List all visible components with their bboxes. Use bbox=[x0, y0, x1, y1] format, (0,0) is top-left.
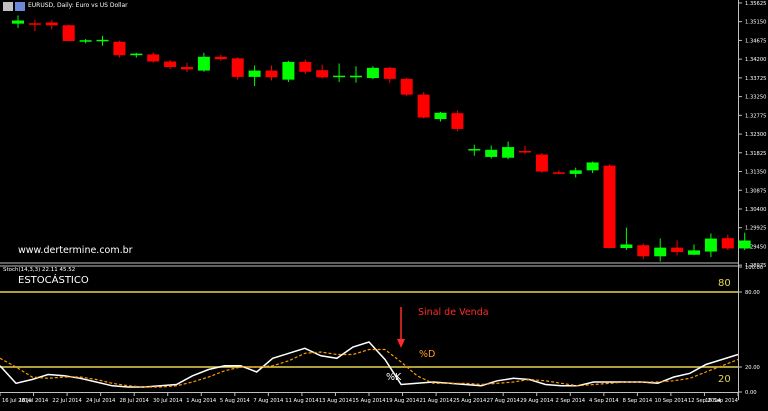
bear-candle bbox=[535, 154, 548, 172]
price-tick-label: 1.31350 bbox=[745, 170, 766, 176]
bear-candle bbox=[214, 56, 227, 60]
time-tick-label: 27 Aug 2014 bbox=[487, 398, 521, 404]
bull-candle bbox=[366, 67, 379, 79]
stochastic-panel-title: ESTOCÁSTICO bbox=[18, 275, 89, 286]
price-tick-label: 1.35150 bbox=[745, 20, 766, 26]
bear-candle bbox=[519, 151, 531, 153]
price-tick-label: 1.33250 bbox=[745, 95, 766, 101]
indicator-label: Stoch(14,3,3) 22.11 45.52 bbox=[3, 267, 76, 273]
stoch-tick-label: 80.00 bbox=[745, 290, 760, 296]
bull-candle bbox=[333, 75, 346, 78]
time-tick-label: 28 Jul 2014 bbox=[119, 398, 149, 404]
bull-candle bbox=[130, 53, 143, 56]
bear-candle bbox=[113, 41, 126, 56]
stoch-tick-label: 20.00 bbox=[745, 365, 760, 371]
bear-candle bbox=[637, 245, 650, 257]
bear-candle bbox=[231, 58, 244, 77]
time-tick-label: 10 Sep 2014 bbox=[654, 398, 688, 404]
bear-candle bbox=[603, 165, 616, 249]
bull-candle bbox=[197, 56, 210, 71]
k-line-label: %K bbox=[386, 372, 402, 383]
bull-candle bbox=[688, 250, 700, 255]
sell-signal-label: Sinal de Venda bbox=[418, 307, 489, 318]
bear-candle bbox=[265, 70, 278, 78]
level-80-label: 80 bbox=[718, 278, 731, 289]
time-tick-label: 13 Aug 2014 bbox=[319, 398, 353, 404]
time-tick-label: 30 Jul 2014 bbox=[153, 398, 183, 404]
time-tick-label: 8 Sep 2014 bbox=[623, 398, 653, 404]
bear-candle bbox=[383, 67, 396, 79]
bull-candle bbox=[350, 75, 362, 78]
level-20-label: 20 bbox=[718, 374, 731, 385]
time-tick-label: 29 Aug 2014 bbox=[520, 398, 554, 404]
bull-candle bbox=[79, 40, 92, 42]
price-tick-label: 1.30400 bbox=[745, 207, 766, 213]
price-tick-label: 1.30875 bbox=[745, 188, 766, 194]
bull-candle bbox=[620, 244, 633, 249]
bear-candle bbox=[451, 113, 464, 129]
price-tick-label: 1.32775 bbox=[745, 113, 766, 119]
stoch-tick-label: 0.00 bbox=[745, 390, 757, 396]
stoch-tick-label: 100.00 bbox=[745, 265, 763, 271]
bull-candle bbox=[502, 147, 515, 158]
bear-candle bbox=[417, 94, 430, 118]
price-tick-label: 1.34200 bbox=[745, 57, 766, 63]
bull-candle bbox=[96, 39, 109, 42]
bear-candle bbox=[299, 61, 312, 72]
price-tick-label: 1.32300 bbox=[745, 132, 766, 138]
bull-candle bbox=[248, 70, 261, 77]
bear-candle bbox=[316, 70, 329, 78]
time-tick-label: 21 Aug 2014 bbox=[419, 398, 453, 404]
price-tick-label: 1.35625 bbox=[745, 1, 766, 7]
chart-title: EURUSD, Daily: Euro vs US Dollar bbox=[28, 2, 128, 9]
time-tick-label: 25 Aug 2014 bbox=[453, 398, 487, 404]
bull-candle bbox=[586, 162, 599, 171]
bull-candle bbox=[654, 247, 667, 257]
bull-candle bbox=[434, 112, 447, 120]
time-tick-label: 16 Sep 2014 bbox=[705, 398, 739, 404]
bear-candle bbox=[552, 172, 565, 174]
time-tick-label: 1 Aug 2014 bbox=[186, 398, 217, 404]
bull-candle bbox=[468, 149, 481, 151]
bull-candle bbox=[485, 149, 498, 157]
chart-title-icon-2 bbox=[15, 2, 25, 11]
time-tick-label: 24 Jul 2014 bbox=[86, 398, 116, 404]
bull-candle bbox=[12, 20, 24, 24]
bull-candle bbox=[569, 170, 582, 174]
chart-title-icon bbox=[3, 2, 13, 11]
watermark-url: www.dertermine.com.br bbox=[18, 245, 133, 256]
bear-candle bbox=[181, 67, 193, 70]
bear-candle bbox=[28, 23, 41, 25]
price-tick-label: 1.33725 bbox=[745, 76, 766, 82]
bear-candle bbox=[164, 61, 177, 68]
time-tick-label: 2 Sep 2014 bbox=[555, 398, 585, 404]
time-tick-label: 18 Jul 2014 bbox=[19, 398, 49, 404]
bear-candle bbox=[147, 54, 160, 62]
bear-candle bbox=[62, 25, 75, 42]
time-tick-label: 22 Jul 2014 bbox=[52, 398, 82, 404]
bull-candle bbox=[738, 240, 751, 249]
price-tick-label: 1.34675 bbox=[745, 38, 766, 44]
bear-candle bbox=[400, 78, 413, 95]
time-tick-label: 7 Aug 2014 bbox=[253, 398, 284, 404]
price-tick-label: 1.29925 bbox=[745, 226, 766, 232]
chart-window: 1.35625 1.35150 1.34675 1.34200 1.33725 1.332… bbox=[0, 0, 768, 407]
time-tick-label: 19 Aug 2014 bbox=[386, 398, 420, 404]
bear-candle bbox=[45, 22, 58, 26]
bull-candle bbox=[704, 238, 717, 252]
bear-candle bbox=[671, 247, 684, 252]
d-line-label: %D bbox=[419, 349, 436, 360]
bull-candle bbox=[282, 61, 295, 80]
time-tick-label: 4 Sep 2014 bbox=[589, 398, 619, 404]
time-tick-label: 11 Aug 2014 bbox=[285, 398, 319, 404]
time-tick-label: 5 Aug 2014 bbox=[220, 398, 251, 404]
bear-candle bbox=[721, 238, 734, 249]
chart-canvas: 1.35625 1.35150 1.34675 1.34200 1.33725 1.332… bbox=[0, 0, 768, 407]
price-tick-label: 1.31825 bbox=[745, 151, 766, 157]
time-tick-label: 15 Aug 2014 bbox=[352, 398, 386, 404]
